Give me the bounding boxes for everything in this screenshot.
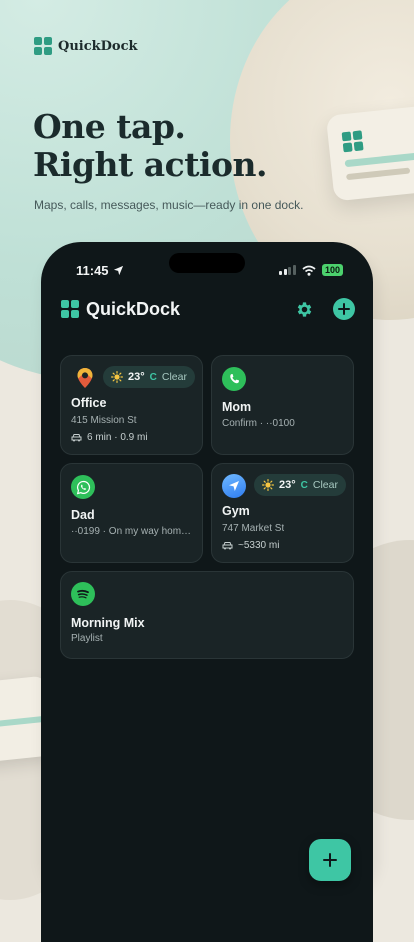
app-title: QuickDock [86, 298, 181, 319]
sun-icon [111, 371, 123, 383]
weather-badge: 23° C Clear [254, 474, 346, 496]
battery-indicator: 100 [321, 264, 343, 276]
weather-condition: Clear [161, 371, 187, 383]
status-indicators: 100 [279, 264, 343, 276]
card-title: Office [71, 396, 107, 410]
dynamic-island [169, 253, 245, 273]
shortcut-card-office[interactable]: 23° C Clear Office 415 Mission St 6 min … [60, 355, 203, 455]
phone-frame: 11:45 100 QuickDock 23° C Clear Office 4… [41, 242, 373, 942]
location-arrow-icon [113, 265, 123, 276]
card-title: Dad [71, 508, 95, 522]
card-subtitle: Playlist [71, 633, 103, 644]
plus-icon [323, 853, 337, 867]
whatsapp-icon [71, 475, 95, 499]
card-title: Morning Mix [71, 616, 145, 630]
hero-headline: One tap. Right action. [33, 107, 268, 184]
card-travel-meta: 6 min · 0.9 mi [71, 432, 148, 443]
phone-icon [222, 367, 246, 391]
shortcut-card-morning-mix[interactable]: Morning Mix Playlist [60, 571, 354, 659]
wifi-icon [302, 265, 316, 276]
card-title: Gym [222, 504, 250, 518]
weather-badge: 23° C Clear [103, 366, 195, 388]
hero-line-1: One tap. [33, 107, 186, 146]
sun-icon [262, 479, 274, 491]
shortcut-card-gym[interactable]: 23° C Clear Gym 747 Market St ~5330 mi [211, 463, 354, 563]
app-header: QuickDock [61, 296, 355, 322]
card-title: Mom [222, 400, 252, 414]
brand-name: QuickDock [58, 38, 138, 54]
settings-button[interactable] [293, 298, 315, 320]
card-subtitle: Confirm · ··0100 [222, 418, 295, 429]
plus-icon [338, 303, 350, 315]
floating-add-button[interactable] [309, 839, 351, 881]
card-meta-text: ~5330 mi [238, 540, 280, 551]
shortcut-card-dad[interactable]: Dad ··0199 · On my way hom… [60, 463, 203, 563]
add-shortcut-button[interactable] [333, 298, 355, 320]
card-travel-meta: ~5330 mi [222, 540, 279, 551]
card-subtitle: 747 Market St [222, 523, 285, 534]
card-subtitle: 415 Mission St [71, 415, 137, 426]
card-subtitle: ··0199 · On my way hom… [71, 526, 192, 537]
hero-line-2: Right action. [33, 145, 268, 184]
map-pin-icon [73, 366, 97, 390]
decorative-card [325, 104, 414, 202]
app-logo-icon [34, 37, 52, 55]
status-time: 11:45 [76, 263, 124, 278]
cellular-signal-icon [279, 265, 296, 275]
app-logo-icon [61, 300, 79, 318]
weather-unit: C [300, 479, 308, 491]
shortcut-card-mom[interactable]: Mom Confirm · ··0100 [211, 355, 354, 455]
gear-icon [297, 301, 311, 317]
maps-arrow-icon [222, 474, 246, 498]
car-icon [71, 434, 82, 442]
brand-header: QuickDock [34, 37, 138, 55]
weather-condition: Clear [312, 479, 338, 491]
weather-temp: 23° [279, 479, 296, 491]
car-icon [222, 542, 233, 550]
hero-subtitle: Maps, calls, messages, music—ready in on… [34, 198, 304, 212]
weather-unit: C [149, 371, 157, 383]
status-time-text: 11:45 [76, 263, 109, 278]
weather-temp: 23° [128, 371, 145, 383]
spotify-icon [71, 582, 95, 606]
card-meta-text: 6 min · 0.9 mi [87, 432, 148, 443]
